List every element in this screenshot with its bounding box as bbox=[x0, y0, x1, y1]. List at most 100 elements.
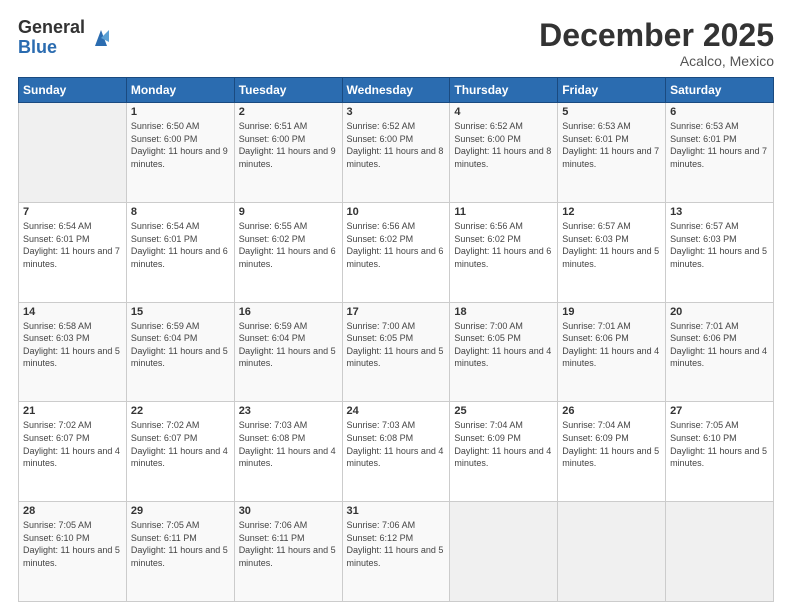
day-info: Sunrise: 7:04 AMSunset: 6:09 PMDaylight:… bbox=[562, 419, 661, 469]
day-cell: 1 Sunrise: 6:50 AMSunset: 6:00 PMDaylight… bbox=[126, 103, 234, 203]
day-cell: 26 Sunrise: 7:04 AMSunset: 6:09 PMDayligh… bbox=[558, 402, 666, 502]
header-day-thursday: Thursday bbox=[450, 78, 558, 103]
logo-icon bbox=[87, 24, 115, 52]
day-info: Sunrise: 6:51 AMSunset: 6:00 PMDaylight:… bbox=[239, 120, 338, 170]
day-cell: 9 Sunrise: 6:55 AMSunset: 6:02 PMDaylight… bbox=[234, 202, 342, 302]
day-number: 5 bbox=[562, 106, 661, 118]
day-number: 17 bbox=[347, 306, 446, 318]
day-cell: 20Sunrise: 7:01 AMSunset: 6:06 PMDayligh… bbox=[666, 302, 774, 402]
day-cell bbox=[666, 502, 774, 602]
day-info: Sunrise: 6:52 AMSunset: 6:00 PMDaylight:… bbox=[347, 120, 446, 170]
day-info: Sunrise: 7:05 AMSunset: 6:10 PMDaylight:… bbox=[23, 519, 122, 569]
day-info: Sunrise: 7:05 AMSunset: 6:10 PMDaylight:… bbox=[670, 419, 769, 469]
day-info: Sunrise: 7:03 AMSunset: 6:08 PMDaylight:… bbox=[239, 419, 338, 469]
day-info: Sunrise: 7:06 AMSunset: 6:12 PMDaylight:… bbox=[347, 519, 446, 569]
day-cell: 21Sunrise: 7:02 AMSunset: 6:07 PMDayligh… bbox=[19, 402, 127, 502]
day-info: Sunrise: 6:54 AMSunset: 6:01 PMDaylight:… bbox=[23, 220, 122, 270]
day-cell: 12Sunrise: 6:57 AMSunset: 6:03 PMDayligh… bbox=[558, 202, 666, 302]
day-info: Sunrise: 6:57 AMSunset: 6:03 PMDaylight:… bbox=[670, 220, 769, 270]
header-day-sunday: Sunday bbox=[19, 78, 127, 103]
day-number: 27 bbox=[670, 405, 769, 417]
day-cell bbox=[450, 502, 558, 602]
day-info: Sunrise: 6:59 AMSunset: 6:04 PMDaylight:… bbox=[131, 320, 230, 370]
day-cell: 22 Sunrise: 7:02 AMSunset: 6:07 PMDayligh… bbox=[126, 402, 234, 502]
day-number: 4 bbox=[454, 106, 553, 118]
day-cell: 30 Sunrise: 7:06 AMSunset: 6:11 PMDayligh… bbox=[234, 502, 342, 602]
week-row-4: 28 Sunrise: 7:05 AMSunset: 6:10 PMDayligh… bbox=[19, 502, 774, 602]
day-cell: 18 Sunrise: 7:00 AMSunset: 6:05 PMDayligh… bbox=[450, 302, 558, 402]
calendar-header: SundayMondayTuesdayWednesdayThursdayFrid… bbox=[19, 78, 774, 103]
calendar-table: SundayMondayTuesdayWednesdayThursdayFrid… bbox=[18, 77, 774, 602]
day-number: 9 bbox=[239, 206, 338, 218]
day-info: Sunrise: 6:50 AMSunset: 6:00 PMDaylight:… bbox=[131, 120, 230, 170]
subtitle: Acalco, Mexico bbox=[539, 53, 774, 69]
day-number: 30 bbox=[239, 505, 338, 517]
day-cell: 5 Sunrise: 6:53 AMSunset: 6:01 PMDaylight… bbox=[558, 103, 666, 203]
day-number: 22 bbox=[131, 405, 230, 417]
logo-general: General bbox=[18, 18, 85, 38]
week-row-2: 14Sunrise: 6:58 AMSunset: 6:03 PMDayligh… bbox=[19, 302, 774, 402]
header: General Blue December 2025 Acalco, Mexic… bbox=[18, 18, 774, 69]
day-info: Sunrise: 7:04 AMSunset: 6:09 PMDaylight:… bbox=[454, 419, 553, 469]
day-cell: 4 Sunrise: 6:52 AMSunset: 6:00 PMDaylight… bbox=[450, 103, 558, 203]
week-row-1: 7Sunrise: 6:54 AMSunset: 6:01 PMDaylight… bbox=[19, 202, 774, 302]
header-day-tuesday: Tuesday bbox=[234, 78, 342, 103]
day-info: Sunrise: 6:53 AMSunset: 6:01 PMDaylight:… bbox=[562, 120, 661, 170]
day-number: 26 bbox=[562, 405, 661, 417]
day-number: 24 bbox=[347, 405, 446, 417]
day-number: 19 bbox=[562, 306, 661, 318]
day-number: 28 bbox=[23, 505, 122, 517]
day-cell: 11Sunrise: 6:56 AMSunset: 6:02 PMDayligh… bbox=[450, 202, 558, 302]
header-row: SundayMondayTuesdayWednesdayThursdayFrid… bbox=[19, 78, 774, 103]
day-number: 18 bbox=[454, 306, 553, 318]
day-info: Sunrise: 6:52 AMSunset: 6:00 PMDaylight:… bbox=[454, 120, 553, 170]
week-row-0: 1 Sunrise: 6:50 AMSunset: 6:00 PMDaylight… bbox=[19, 103, 774, 203]
day-cell: 28 Sunrise: 7:05 AMSunset: 6:10 PMDayligh… bbox=[19, 502, 127, 602]
day-cell: 14Sunrise: 6:58 AMSunset: 6:03 PMDayligh… bbox=[19, 302, 127, 402]
day-cell: 16 Sunrise: 6:59 AMSunset: 6:04 PMDayligh… bbox=[234, 302, 342, 402]
header-day-monday: Monday bbox=[126, 78, 234, 103]
day-info: Sunrise: 6:54 AMSunset: 6:01 PMDaylight:… bbox=[131, 220, 230, 270]
logo: General Blue bbox=[18, 18, 115, 58]
page: General Blue December 2025 Acalco, Mexic… bbox=[0, 0, 792, 612]
day-info: Sunrise: 6:57 AMSunset: 6:03 PMDaylight:… bbox=[562, 220, 661, 270]
header-day-saturday: Saturday bbox=[666, 78, 774, 103]
day-info: Sunrise: 6:53 AMSunset: 6:01 PMDaylight:… bbox=[670, 120, 769, 170]
day-number: 23 bbox=[239, 405, 338, 417]
week-row-3: 21Sunrise: 7:02 AMSunset: 6:07 PMDayligh… bbox=[19, 402, 774, 502]
header-day-wednesday: Wednesday bbox=[342, 78, 450, 103]
day-cell: 13Sunrise: 6:57 AMSunset: 6:03 PMDayligh… bbox=[666, 202, 774, 302]
day-number: 29 bbox=[131, 505, 230, 517]
day-number: 1 bbox=[131, 106, 230, 118]
day-cell: 10 Sunrise: 6:56 AMSunset: 6:02 PMDayligh… bbox=[342, 202, 450, 302]
day-info: Sunrise: 6:55 AMSunset: 6:02 PMDaylight:… bbox=[239, 220, 338, 270]
day-info: Sunrise: 7:02 AMSunset: 6:07 PMDaylight:… bbox=[131, 419, 230, 469]
day-info: Sunrise: 6:56 AMSunset: 6:02 PMDaylight:… bbox=[454, 220, 553, 270]
day-number: 10 bbox=[347, 206, 446, 218]
day-info: Sunrise: 6:59 AMSunset: 6:04 PMDaylight:… bbox=[239, 320, 338, 370]
day-info: Sunrise: 7:00 AMSunset: 6:05 PMDaylight:… bbox=[454, 320, 553, 370]
day-cell: 24 Sunrise: 7:03 AMSunset: 6:08 PMDayligh… bbox=[342, 402, 450, 502]
day-cell: 2 Sunrise: 6:51 AMSunset: 6:00 PMDaylight… bbox=[234, 103, 342, 203]
logo-text: General Blue bbox=[18, 18, 85, 58]
day-cell: 31Sunrise: 7:06 AMSunset: 6:12 PMDayligh… bbox=[342, 502, 450, 602]
title-block: December 2025 Acalco, Mexico bbox=[539, 18, 774, 69]
day-number: 6 bbox=[670, 106, 769, 118]
day-info: Sunrise: 6:58 AMSunset: 6:03 PMDaylight:… bbox=[23, 320, 122, 370]
day-info: Sunrise: 6:56 AMSunset: 6:02 PMDaylight:… bbox=[347, 220, 446, 270]
day-cell: 6 Sunrise: 6:53 AMSunset: 6:01 PMDaylight… bbox=[666, 103, 774, 203]
day-info: Sunrise: 7:00 AMSunset: 6:05 PMDaylight:… bbox=[347, 320, 446, 370]
day-cell: 8Sunrise: 6:54 AMSunset: 6:01 PMDaylight… bbox=[126, 202, 234, 302]
day-info: Sunrise: 7:03 AMSunset: 6:08 PMDaylight:… bbox=[347, 419, 446, 469]
day-cell: 15 Sunrise: 6:59 AMSunset: 6:04 PMDayligh… bbox=[126, 302, 234, 402]
month-title: December 2025 bbox=[539, 18, 774, 53]
day-number: 2 bbox=[239, 106, 338, 118]
day-cell: 27 Sunrise: 7:05 AMSunset: 6:10 PMDayligh… bbox=[666, 402, 774, 502]
day-cell: 25Sunrise: 7:04 AMSunset: 6:09 PMDayligh… bbox=[450, 402, 558, 502]
day-number: 20 bbox=[670, 306, 769, 318]
day-number: 15 bbox=[131, 306, 230, 318]
calendar-body: 1 Sunrise: 6:50 AMSunset: 6:00 PMDaylight… bbox=[19, 103, 774, 602]
day-cell: 29Sunrise: 7:05 AMSunset: 6:11 PMDayligh… bbox=[126, 502, 234, 602]
day-number: 16 bbox=[239, 306, 338, 318]
day-info: Sunrise: 7:06 AMSunset: 6:11 PMDaylight:… bbox=[239, 519, 338, 569]
